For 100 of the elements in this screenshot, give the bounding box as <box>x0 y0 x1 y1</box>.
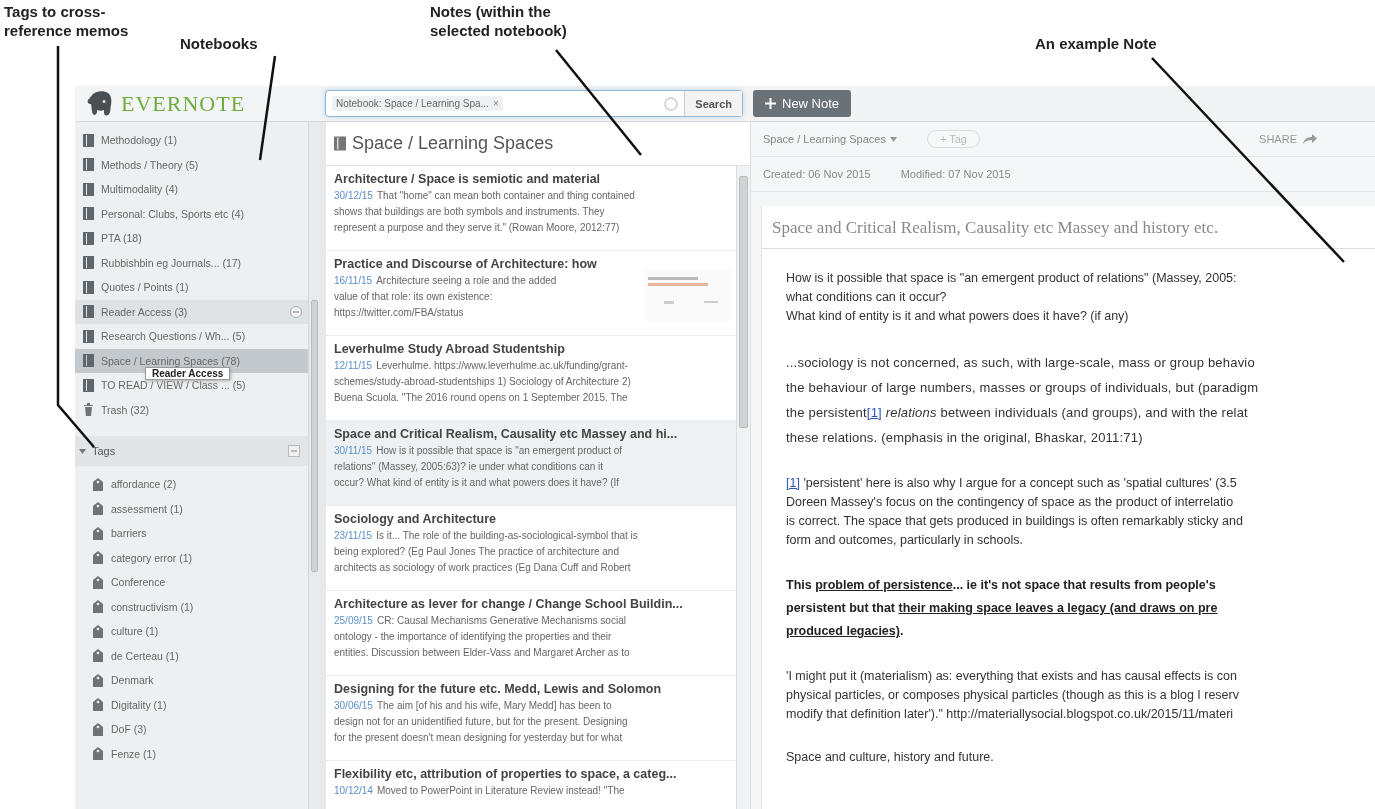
tag-item[interactable]: affordance (2) <box>75 472 308 497</box>
tag-icon <box>93 526 103 540</box>
note-paragraph: Space and culture, history and future. <box>786 749 995 766</box>
note-snippet: The aim [of his and his wife, Mary Medd] has been to <box>376 700 612 711</box>
annotation-label: Notes (within the selected notebook) <box>430 2 567 40</box>
tag-icon <box>93 722 103 736</box>
note-title: Designing for the future etc. Medd, Lewis and Solomon <box>334 682 663 696</box>
scrollbar[interactable] <box>308 122 320 809</box>
note-title: Flexibility etc, attribution of properties to space, a categ... <box>334 767 678 781</box>
share-arrow-icon <box>1303 134 1317 144</box>
scrollbar[interactable] <box>736 166 750 809</box>
annotation-label: Notebooks <box>180 34 258 53</box>
note-paragraph: [1] 'persistent' here is also why I argue for a concept such as 'spatial cultures' (3.5 Doreen Massey's focus on the contingency of space as the product of interrelatio is correct. The space that gets produced in buildings is often remarkably sticky and form and outcomes, particularly in schools. <box>786 475 1244 549</box>
tag-item[interactable]: category error (1) <box>75 545 308 570</box>
notebook-item[interactable]: Rubbishbin eg Journals... (17) <box>75 250 308 275</box>
note-snippet: CR: Causal Mechanisms Generative Mechanisms social <box>376 615 626 626</box>
search-button[interactable]: Search <box>684 91 742 116</box>
note-title: Sociology and Architecture <box>334 512 498 526</box>
note-title: Space and Critical Realism, Causality etc Massey and hi... <box>334 427 679 441</box>
tag-icon <box>93 673 103 687</box>
caret-icon <box>79 447 86 455</box>
search-token[interactable]: Notebook: Space / Learning Spa... × <box>332 96 503 111</box>
notebook-icon <box>83 158 94 172</box>
plus-icon <box>765 98 776 109</box>
notebook-title: Space / Learning Spaces <box>352 133 554 154</box>
note-date: 10/12/14 <box>334 785 373 796</box>
note-card[interactable] <box>326 421 736 506</box>
note-snippet: Architecture seeing a role and the added <box>376 275 557 286</box>
note-paragraph: 'I might put it (materialism) as: everything that exists and has causal effects is con physical particles, or composes physical particles (though as this is a blog I reserv modify that definition later')." http://materiallysocial.blogspot.co.uk/2015/11/materi <box>786 668 1240 723</box>
tag-item[interactable]: de Certeau (1) <box>75 643 308 668</box>
tag-icon <box>93 502 103 516</box>
note-snippet: occur? What kind of entity is it and what powers does it have? (If <box>334 477 620 488</box>
tag-item[interactable]: Fenze (1) <box>75 741 308 766</box>
created-date: Created: 06 Nov 2015 <box>763 168 871 180</box>
note-snippet: Is it... The role of the building-as-sociological-symbol that is <box>376 530 638 541</box>
note-snippet: value of that role: its own existence: <box>334 291 493 302</box>
notebook-item[interactable]: Research Questions / Wh... (5) <box>75 324 308 349</box>
note-snippet: architects as sociology of work practices (Eg Dana Cuff and Robert <box>334 562 631 573</box>
note-card[interactable]: Practice and Discourse of Architecture: how 16/11/15 Architecture seeing a role and the added value of that role: its own existence: https://twitter.com/FBA/status <box>326 251 736 336</box>
search-field[interactable]: Notebook: Space / Learning Spa... × Search <box>325 90 743 117</box>
tag-item[interactable]: constructivism (1) <box>75 594 308 619</box>
notebook-item[interactable]: Methodology (1) <box>75 128 308 153</box>
notebook-icon <box>83 329 94 343</box>
annotation-label: Tags to cross- reference memos <box>4 2 129 40</box>
annotation-label: An example Note <box>1035 34 1157 53</box>
notebook-icon <box>83 231 94 245</box>
tag-item[interactable]: Conference <box>75 570 308 595</box>
tag-item[interactable]: culture (1) <box>75 619 308 644</box>
notebook-icon <box>83 354 94 368</box>
notebook-icon <box>83 256 94 270</box>
new-note-button[interactable]: New Note <box>753 90 852 117</box>
notebook-icon <box>334 136 346 151</box>
notebook-item[interactable]: Trash (32) <box>75 397 308 422</box>
caret-icon <box>889 136 897 142</box>
note-snippet: https://twitter.com/FBA/status <box>334 307 464 318</box>
notebook-icon <box>83 207 94 221</box>
tag-icon <box>93 649 103 663</box>
notebook-icon <box>83 133 94 147</box>
notebook-item[interactable]: PTA (18) <box>75 226 308 251</box>
notebook-item[interactable]: Methods / Theory (5) <box>75 152 308 177</box>
logo-text: EVERNOTE <box>121 90 246 117</box>
note-date: 16/11/15 <box>334 275 373 286</box>
tag-item[interactable]: Digitality (1) <box>75 692 308 717</box>
note-title: Leverhulme Study Abroad Studentship <box>334 342 566 356</box>
tag-item[interactable]: barriers <box>75 521 308 546</box>
notebook-dropdown[interactable]: Space / Learning Spaces <box>763 133 897 145</box>
tag-icon <box>93 747 103 761</box>
note-title: Architecture / Space is semiotic and material <box>334 172 602 186</box>
trash-icon <box>83 403 94 417</box>
note-snippet: represent a purpose and they serve it." (Rowan Moore, 2012:77) <box>334 222 620 233</box>
footnote-link[interactable]: [1] <box>786 476 800 490</box>
tag-icon <box>93 600 103 614</box>
note-snippet: for the present doesn't mean designing for yesterday but for what <box>334 732 623 743</box>
note-snippet: That "home" can mean both container and thing contained <box>376 190 635 201</box>
note-snippet: How is it possible that space is "an emergent product of <box>376 445 623 456</box>
note-paragraph: How is it possible that space is "an emergent product of relations" (Massey, 2005: what conditions can it occur? What kind of entity is it and what powers does it have? (if any) <box>786 270 1238 325</box>
tag-item[interactable]: Denmark <box>75 668 308 693</box>
note-snippet: shows that buildings are both symbols and instruments. They <box>334 206 605 217</box>
notebook-item[interactable]: Quotes / Points (1) <box>75 275 308 300</box>
notebook-item[interactable]: Personal: Clubs, Sports etc (4) <box>75 201 308 226</box>
note-title: Architecture as lever for change / Change School Buildin... <box>334 597 684 611</box>
tag-item[interactable]: DoF (3) <box>75 717 308 742</box>
note-date: 25/09/15 <box>334 615 373 626</box>
notebook-item[interactable]: Reader Access (3) <box>75 299 308 324</box>
footnote-link[interactable]: [1] <box>866 405 882 420</box>
note-date: 30/12/15 <box>334 190 373 201</box>
modified-date: Modified: 07 Nov 2015 <box>900 168 1011 180</box>
note-date: 30/11/15 <box>334 445 373 456</box>
notebook-icon <box>83 305 94 319</box>
tags-section-header[interactable]: Tags <box>75 436 308 466</box>
note-title: Space and Critical Realism, Causality etc Massey and history etc. <box>762 206 1375 249</box>
note-snippet: schemes/study-abroad-studentships 1) Sociology of Architecture 2) <box>334 376 631 387</box>
tag-icon <box>93 551 103 565</box>
tag-item[interactable]: assessment (1) <box>75 496 308 521</box>
note-paragraph: ...sociology is not concerned, as such, with large-scale, mass or group behavio the behaviour of large numbers, masses or groups of individuals, but (paradigm the persistent[1] relations between individuals (and groups), and with the relat these relations. (emphasis in the original, Bhaskar, 2011:71) <box>786 354 1260 447</box>
note-snippet: relations" (Massey, 2005:63)? ie under what conditions can it <box>334 461 604 472</box>
note-title: Practice and Discourse of Architecture: how <box>334 257 598 271</box>
notebook-item[interactable]: Multimodality (4) <box>75 177 308 202</box>
note-snippet: Leverhulme. https://www.leverhulme.ac.uk/funding/grant- <box>376 360 628 371</box>
note-date: 23/11/15 <box>334 530 373 541</box>
